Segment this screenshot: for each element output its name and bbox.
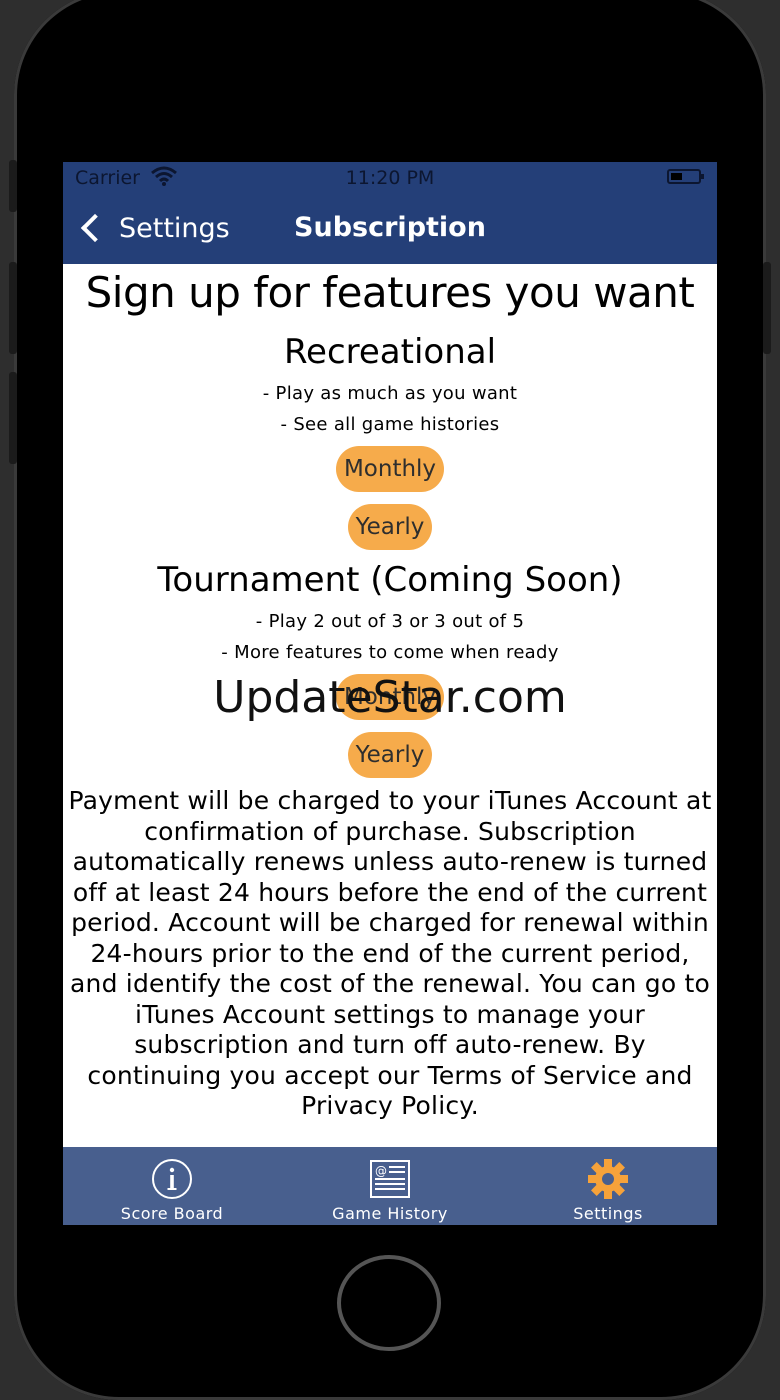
status-time: 11:20 PM [345, 167, 435, 189]
tab-settings[interactable]: Settings [499, 1147, 717, 1225]
plan-title: Tournament (Coming Soon) [157, 560, 623, 600]
svg-text:@: @ [375, 1164, 387, 1178]
plan-title: Recreational [283, 332, 497, 372]
tab-score-board[interactable]: Score Board [63, 1147, 281, 1225]
recreational-monthly-button[interactable]: Monthly [335, 446, 445, 492]
power-button [763, 262, 771, 354]
plan-feature: - See all game histories [280, 414, 500, 435]
watermark: UpdateStar.com [213, 672, 567, 723]
legal-text: Payment will be charged to your iTunes A… [68, 786, 712, 1120]
volume-down-button [9, 372, 17, 464]
tab-label: Score Board [120, 1204, 224, 1223]
recreational-yearly-button[interactable]: Yearly [347, 504, 433, 550]
navigation-bar: Carrier 11:20 PM Settings Subscription [63, 162, 717, 264]
status-bar: Carrier 11:20 PM [63, 162, 717, 196]
tab-game-history[interactable]: @ Game History [281, 1147, 499, 1225]
home-button[interactable] [337, 1255, 441, 1351]
tab-label: Game History [332, 1204, 448, 1223]
plan-feature: - More features to come when ready [221, 642, 559, 663]
headline: Sign up for features you want [85, 268, 695, 317]
page-title: Subscription [294, 212, 486, 243]
silent-switch [9, 160, 17, 212]
volume-up-button [9, 262, 17, 354]
plan-feature: - Play as much as you want [262, 383, 518, 404]
tab-label: Settings [573, 1204, 643, 1223]
tournament-yearly-button[interactable]: Yearly [347, 732, 433, 778]
newspaper-icon: @ [370, 1160, 410, 1198]
gear-icon [588, 1159, 628, 1199]
tab-bar: Score Board @ Game History Settings [63, 1147, 717, 1225]
info-icon [152, 1159, 192, 1199]
battery-icon [667, 169, 704, 184]
plan-feature: - Play 2 out of 3 or 3 out of 5 [255, 611, 525, 632]
plan-recreational: Recreational - Play as much as you want … [63, 330, 717, 562]
